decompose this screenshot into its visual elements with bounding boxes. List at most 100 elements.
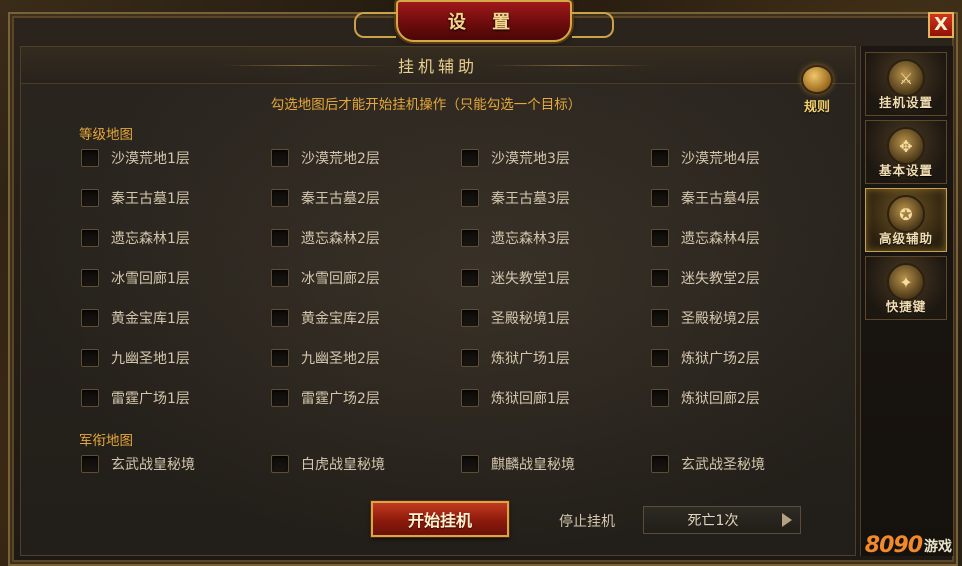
level-map-option-label: 黄金宝库1层 [111,311,190,327]
rank-map-option-label: 玄武战皇秘境 [111,457,195,473]
sidebar-tab-1[interactable]: ⚔ 挂机设置 [865,52,947,116]
level-map-option[interactable]: 迷失教堂2层 [651,267,841,289]
level-map-checkbox[interactable] [271,189,289,207]
header-ornament-left [223,64,384,66]
rank-map-option[interactable]: 玄武战圣秘境 [651,453,841,475]
window-title: 设 置 [447,12,521,33]
level-map-option-label: 炼狱回廊1层 [491,391,570,407]
level-map-option[interactable]: 炼狱回廊2层 [651,387,841,409]
close-button[interactable]: X [928,12,954,38]
rank-maps-grid: 玄武战皇秘境 白虎战皇秘境 麒麟战皇秘境 玄武战圣秘境 [81,453,841,475]
level-map-option[interactable]: 遗忘森林1层 [81,227,271,249]
rank-map-checkbox[interactable] [651,455,669,473]
rules-icon [801,65,833,94]
level-map-option[interactable]: 冰雪回廊1层 [81,267,271,289]
level-map-checkbox[interactable] [271,269,289,287]
level-map-checkbox[interactable] [271,349,289,367]
level-map-checkbox[interactable] [81,389,99,407]
level-map-checkbox[interactable] [461,269,479,287]
rank-map-checkbox[interactable] [461,455,479,473]
level-map-checkbox[interactable] [651,309,669,327]
level-map-option[interactable]: 遗忘森林2层 [271,227,461,249]
rank-map-option[interactable]: 白虎战皇秘境 [271,453,461,475]
level-map-option-label: 圣殿秘境1层 [491,311,570,327]
level-map-option[interactable]: 遗忘森林3层 [461,227,651,249]
panel-header: 挂机辅助 [21,47,855,84]
stop-auto-label: 停止挂机 [559,514,615,530]
level-map-option-label: 九幽圣地1层 [111,351,190,367]
level-map-option-label: 秦王古墓1层 [111,191,190,207]
level-map-option[interactable]: 雷霆广场2层 [271,387,461,409]
level-map-checkbox[interactable] [461,189,479,207]
sidebar-tab-3[interactable]: ✪ 高级辅助 [865,188,947,252]
dropdown-arrow-icon[interactable] [782,513,792,527]
level-map-checkbox[interactable] [651,389,669,407]
level-map-option[interactable]: 秦王古墓4层 [651,187,841,209]
rank-map-checkbox[interactable] [271,455,289,473]
level-map-checkbox[interactable] [81,229,99,247]
level-map-option[interactable]: 炼狱回廊1层 [461,387,651,409]
level-map-option[interactable]: 九幽圣地1层 [81,347,271,369]
stop-condition-select[interactable]: 死亡1次 [643,506,801,534]
rank-maps-label: 军衔地图 [79,433,133,449]
level-map-option-label: 雷霆广场2层 [301,391,380,407]
level-map-option[interactable]: 沙漠荒地4层 [651,147,841,169]
level-map-option[interactable]: 冰雪回廊2层 [271,267,461,289]
level-map-option[interactable]: 迷失教堂1层 [461,267,651,289]
level-map-checkbox[interactable] [461,389,479,407]
rank-map-option-label: 白虎战皇秘境 [301,457,385,473]
level-map-option[interactable]: 黄金宝库2层 [271,307,461,329]
level-map-option[interactable]: 秦王古墓3层 [461,187,651,209]
level-map-option-label: 遗忘森林3层 [491,231,570,247]
start-auto-button[interactable]: 开始挂机 [371,501,509,537]
level-map-option-label: 沙漠荒地1层 [111,151,190,167]
level-map-option-label: 黄金宝库2层 [301,311,380,327]
level-map-checkbox[interactable] [461,349,479,367]
level-map-option-label: 秦王古墓3层 [491,191,570,207]
rank-map-checkbox[interactable] [81,455,99,473]
level-map-checkbox[interactable] [651,189,669,207]
site-watermark: 8090 游戏 [865,533,952,558]
selection-hint: 勾选地图后才能开始挂机操作（只能勾选一个目标） [270,97,582,113]
sidebar-tab-2[interactable]: ✥ 基本设置 [865,120,947,184]
rank-map-option-label: 玄武战圣秘境 [681,457,765,473]
level-map-checkbox[interactable] [271,149,289,167]
level-map-option[interactable]: 圣殿秘境1层 [461,307,651,329]
level-map-option[interactable]: 圣殿秘境2层 [651,307,841,329]
level-map-option[interactable]: 沙漠荒地1层 [81,147,271,169]
level-maps-label: 等级地图 [79,127,133,143]
level-map-option-label: 雷霆广场1层 [111,391,190,407]
level-map-option[interactable]: 秦王古墓2层 [271,187,461,209]
level-map-checkbox[interactable] [461,149,479,167]
level-map-option[interactable]: 秦王古墓1层 [81,187,271,209]
level-map-checkbox[interactable] [81,269,99,287]
level-map-checkbox[interactable] [651,349,669,367]
level-map-option[interactable]: 雷霆广场1层 [81,387,271,409]
level-map-option[interactable]: 炼狱广场1层 [461,347,651,369]
level-map-option-label: 秦王古墓4层 [681,191,760,207]
sidebar-tab-4[interactable]: ✦ 快捷键 [865,256,947,320]
level-map-checkbox[interactable] [81,349,99,367]
level-map-option[interactable]: 九幽圣地2层 [271,347,461,369]
level-map-option-label: 遗忘森林4层 [681,231,760,247]
level-map-checkbox[interactable] [271,309,289,327]
level-map-checkbox[interactable] [651,149,669,167]
level-map-checkbox[interactable] [81,149,99,167]
level-map-option-label: 圣殿秘境2层 [681,311,760,327]
level-map-checkbox[interactable] [651,269,669,287]
level-map-option[interactable]: 黄金宝库1层 [81,307,271,329]
rank-map-option[interactable]: 玄武战皇秘境 [81,453,271,475]
level-map-checkbox[interactable] [271,389,289,407]
level-map-option[interactable]: 沙漠荒地2层 [271,147,461,169]
level-map-option[interactable]: 遗忘森林4层 [651,227,841,249]
level-map-checkbox[interactable] [81,189,99,207]
level-map-checkbox[interactable] [461,229,479,247]
rank-map-option[interactable]: 麒麟战皇秘境 [461,453,651,475]
level-map-option[interactable]: 沙漠荒地3层 [461,147,651,169]
level-map-checkbox[interactable] [271,229,289,247]
tab-emblem-icon: ⚔ [887,59,925,97]
level-map-option[interactable]: 炼狱广场2层 [651,347,841,369]
level-map-checkbox[interactable] [461,309,479,327]
level-map-checkbox[interactable] [651,229,669,247]
level-map-checkbox[interactable] [81,309,99,327]
